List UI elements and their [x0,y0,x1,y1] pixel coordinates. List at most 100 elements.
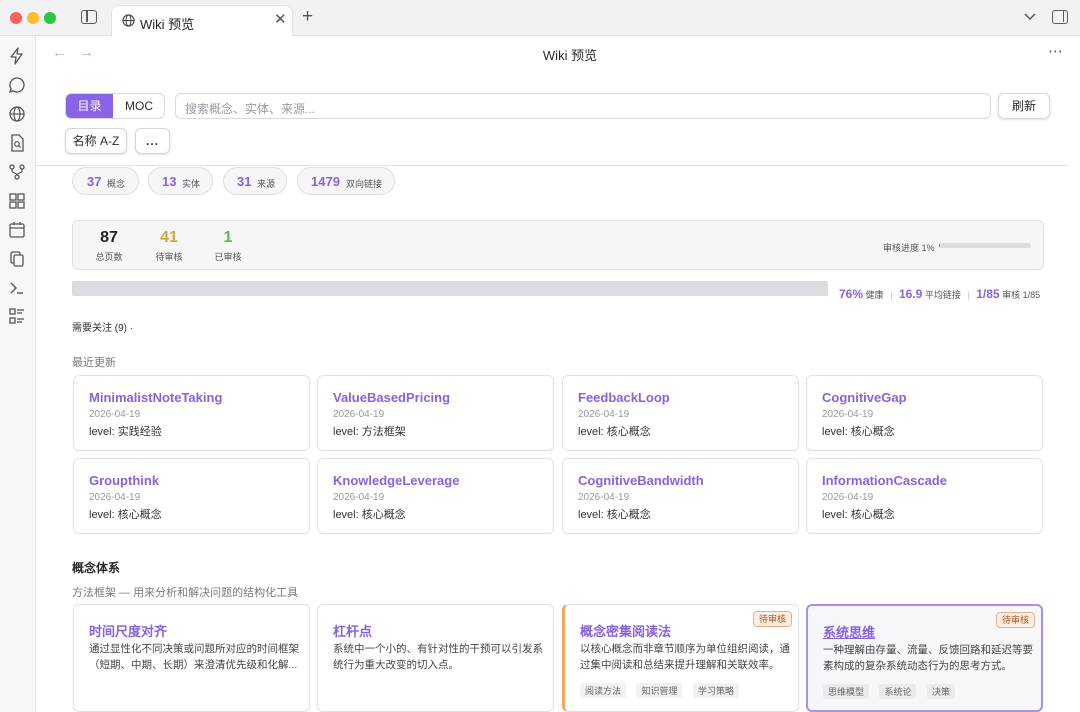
concept-card-title[interactable]: 概念密集阅读法 [580,621,671,640]
concept-card-description: 以核心概念而非章节顺序为单位组织阅读，通过集中阅读和总结来提升理解和关联效率。 [580,643,790,671]
globe-icon[interactable] [8,105,26,123]
calendar-icon[interactable] [8,221,26,239]
reviewed-label: 已审核 [214,252,242,262]
tag[interactable]: 系统论 [879,684,917,699]
recent-card-level: level: 核心概念 [822,509,895,521]
concept-card-title[interactable]: 系统思维 [823,622,875,641]
concept-card[interactable]: 待审核 概念密集阅读法 以核心概念而非章节顺序为单位组织阅读，通过集中阅读和总结… [562,604,799,712]
concept-card-description: 系统中一个小的、有针对性的干预可以引发系统行为重大改变的切入点。 [333,643,543,671]
tab-toc[interactable]: 目录 [66,94,113,118]
recent-card[interactable]: ValueBasedPricing 2026-04-19 level: 方法框架 [317,375,554,451]
tag[interactable]: 阅读方法 [580,683,627,698]
concept-card-selected[interactable]: 待审核 系统思维 一种理解由存量、流量、反馈回路和延迟等要素构成的复杂系统动态行… [806,604,1043,712]
recent-card-title[interactable]: CognitiveBandwidth [578,473,704,488]
globe-icon [122,14,135,27]
sort-button[interactable]: 名称 A-Z [65,128,127,154]
window-close-button[interactable] [10,12,22,24]
metric-separator: | [967,290,970,300]
health-metrics: 76% 健康 | 16.9 平均链接 | 1/85 审核 1/85 [839,287,1040,301]
recent-card-title[interactable]: KnowledgeLeverage [333,473,459,488]
recent-card[interactable]: CognitiveBandwidth 2026-04-19 level: 核心概… [562,458,799,534]
stat-label: 概念 [107,179,126,189]
new-tab-button[interactable]: + [302,7,313,27]
recent-card[interactable]: FeedbackLoop 2026-04-19 level: 核心概念 [562,375,799,451]
recent-card[interactable]: KnowledgeLeverage 2026-04-19 level: 核心概念 [317,458,554,534]
tag[interactable]: 思维模型 [823,684,870,699]
stat-pill-concepts[interactable]: 37 概念 [72,167,139,195]
reviewed-value: 1 [223,229,233,246]
more-options-icon[interactable]: ⋯ [1048,42,1064,60]
concept-card-tags: 阅读方法 知识管理 学习策略 [580,681,745,698]
avg-links-label: 平均链接 [924,290,961,300]
concept-card[interactable]: 时间尺度对齐 通过显性化不同决策或问题所对应的时间框架（短期、中期、长期）来澄清… [73,604,310,712]
chat-icon[interactable] [8,76,26,94]
attention-toggle[interactable]: 需要关注 (9) · [72,319,133,334]
search-input[interactable]: 搜索概念、实体、来源... [175,93,991,119]
right-sidebar-toggle-icon[interactable] [1052,10,1068,24]
sidebar-toggle-icon[interactable] [81,10,97,24]
recent-card-level: level: 核心概念 [578,509,651,521]
tab-wiki-preview[interactable]: Wiki 预览 ✕ [111,5,293,36]
recent-card[interactable]: InformationCascade 2026-04-19 level: 核心概… [806,458,1043,534]
stat-value: 13 [162,174,177,189]
total-pages-label: 总页数 [95,252,123,262]
recent-card-level: level: 核心概念 [578,426,651,438]
refresh-button[interactable]: 刷新 [998,93,1050,119]
concept-category-heading: 方法框架 — 用来分析和解决问题的结构化工具 [72,587,299,599]
stat-pill-entities[interactable]: 13 实体 [148,167,213,195]
recent-card-date: 2026-04-19 [333,409,385,420]
view-mode-toggle: 目录 MOC [65,93,165,119]
tag[interactable]: 决策 [926,684,955,699]
health-bar [72,281,828,296]
stat-pill-backlinks[interactable]: 1479 双向链接 [297,167,395,195]
tab-moc[interactable]: MOC [113,94,164,118]
review-ratio-label: 审核 1/85 [1002,290,1041,300]
review-ratio-value: 1/85 [976,287,1000,301]
divider [36,165,1068,166]
recent-card-date: 2026-04-19 [89,409,141,420]
recent-card-title[interactable]: FeedbackLoop [578,390,670,405]
recent-card-level: level: 核心概念 [89,509,162,521]
stat-value: 31 [237,174,252,189]
recent-card-title[interactable]: CognitiveGap [822,390,907,405]
review-summary: 87 总页数 41 待审核 1 已审核 审核进度 1% [72,220,1044,270]
concept-card-title[interactable]: 杠杆点 [333,621,372,640]
tab-title: Wiki 预览 [140,17,195,32]
stat-value: 37 [87,174,102,189]
window-minimize-button[interactable] [27,12,39,24]
concept-card[interactable]: 杠杆点 系统中一个小的、有针对性的干预可以引发系统行为重大改变的切入点。 [317,604,554,712]
stat-pill-sources[interactable]: 31 来源 [223,167,287,195]
pending-review-badge: 待审核 [752,611,792,627]
terminal-icon[interactable] [8,279,26,297]
concept-card-title[interactable]: 时间尺度对齐 [89,621,167,640]
chevron-down-icon[interactable] [1023,9,1037,23]
recent-updates-heading: 最近更新 [72,357,116,369]
concept-card-description: 通过显性化不同决策或问题所对应的时间框架（短期、中期、长期）来澄清优先级和化解.… [89,643,299,671]
copy-icon[interactable] [8,250,26,268]
stat-label: 来源 [257,179,276,189]
recent-card-title[interactable]: Groupthink [89,473,159,488]
graph-icon[interactable] [8,163,26,181]
recent-card-title[interactable]: MinimalistNoteTaking [89,390,222,405]
list-icon[interactable] [8,307,26,325]
review-progress-label: 审核进度 1% [883,243,935,253]
close-icon[interactable]: ✕ [274,12,287,28]
tag[interactable]: 学习策略 [692,683,739,698]
recent-card[interactable]: MinimalistNoteTaking 2026-04-19 level: 实… [73,375,310,451]
grid-icon[interactable] [8,192,26,210]
tag[interactable]: 知识管理 [636,683,683,698]
metric-separator: | [890,290,893,300]
file-search-icon[interactable] [8,134,26,152]
recent-card-date: 2026-04-19 [89,492,141,503]
avg-links-value: 16.9 [898,287,923,301]
stat-label: 实体 [182,179,201,189]
pending-label: 待审核 [155,252,183,262]
recent-card-title[interactable]: InformationCascade [822,473,947,488]
recent-card[interactable]: Groupthink 2026-04-19 level: 核心概念 [73,458,310,534]
recent-card-title[interactable]: ValueBasedPricing [333,390,450,405]
recent-card[interactable]: CognitiveGap 2026-04-19 level: 核心概念 [806,375,1043,451]
window-maximize-button[interactable] [44,12,56,24]
more-filters-button[interactable]: ... [135,128,170,154]
left-ribbon [0,36,36,712]
review-progress-bar [939,243,1031,248]
